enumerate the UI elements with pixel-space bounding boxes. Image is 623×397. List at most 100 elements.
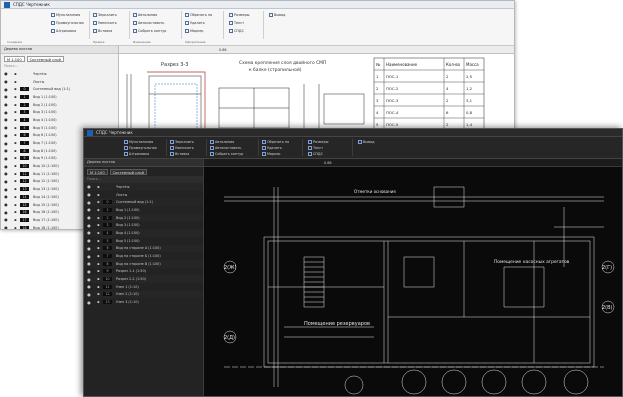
ribbon-button[interactable]: Собрать контур <box>133 29 166 33</box>
ribbon-button[interactable]: СПДС <box>229 29 244 33</box>
scale-dropdown[interactable]: М 1:100 <box>4 55 25 62</box>
ribbon-button[interactable]: Автосоставить <box>210 146 241 150</box>
tree-row[interactable]: ● ▪ 10 Разрез 2-2 (1:50) <box>84 275 203 283</box>
tree-row[interactable]: ● ▪ 1 Вид 1 (1:100) <box>84 206 203 214</box>
lock-icon[interactable]: ▪ <box>94 200 103 204</box>
tree-row[interactable]: ● ▪ 7 Вид на стороне Б (1:100) <box>84 252 203 260</box>
lock-icon[interactable]: ▪ <box>94 300 103 304</box>
lock-icon[interactable]: ▪ <box>11 80 20 84</box>
lock-icon[interactable]: ▪ <box>11 226 20 229</box>
visibility-icon[interactable]: ● <box>84 292 94 297</box>
lock-icon[interactable]: ▪ <box>11 126 20 130</box>
visibility-icon[interactable]: ● <box>84 184 94 189</box>
visibility-icon[interactable]: ● <box>84 246 94 251</box>
ribbon-button[interactable]: Автолиния <box>133 13 157 17</box>
tree-row[interactable]: ● ▪ 2 Вид 2 (1:100) <box>1 101 118 109</box>
tree-row[interactable]: ● ▪ 4 Вид 4 (1:100) <box>1 116 118 124</box>
tree-row[interactable]: ● ▪ 0 Системный вид (1:1) <box>1 85 118 93</box>
lock-icon[interactable]: ▪ <box>11 72 20 76</box>
lock-icon[interactable]: ▪ <box>94 254 103 258</box>
ribbon-button[interactable]: Размеры <box>229 13 249 17</box>
lock-icon[interactable]: ▪ <box>94 246 103 250</box>
lock-icon[interactable]: ▪ <box>11 133 20 137</box>
ribbon-button[interactable]: Штриховка <box>124 152 149 156</box>
visibility-icon[interactable]: ● <box>1 79 11 84</box>
tree-row[interactable]: ● ▪ 3 Вид 3 (1:100) <box>1 108 118 116</box>
tree-row[interactable]: ● ▪ 0 Системный вид (1:1) <box>84 198 203 207</box>
visibility-icon[interactable]: ● <box>1 179 11 184</box>
visibility-icon[interactable]: ● <box>84 284 94 289</box>
ribbon-button[interactable]: Мультилиния <box>124 140 153 144</box>
tree-row[interactable]: ● ▪ 9 Разрез 1-1 (1:50) <box>84 268 203 276</box>
visibility-icon[interactable]: ● <box>84 223 94 228</box>
ribbon-button[interactable]: Вывод <box>358 140 374 144</box>
tree-row[interactable]: ● ▪ 11 Узел 1 (1:10) <box>84 283 203 291</box>
ribbon-button[interactable]: Прямоугольник <box>51 21 84 25</box>
lock-icon[interactable]: ▪ <box>94 262 103 266</box>
ribbon-button[interactable]: Увеличить <box>170 146 194 150</box>
visibility-icon[interactable]: ● <box>1 102 11 107</box>
lock-icon[interactable]: ▪ <box>11 218 20 222</box>
visibility-icon[interactable]: ● <box>1 148 11 153</box>
visibility-icon[interactable]: ● <box>84 269 94 274</box>
ribbon-button[interactable]: Мультилиния <box>51 13 80 17</box>
visibility-icon[interactable]: ● <box>84 238 94 243</box>
visibility-icon[interactable]: ● <box>1 156 11 161</box>
ribbon-button[interactable]: Обрезать по <box>185 13 212 17</box>
visibility-icon[interactable]: ● <box>1 164 11 169</box>
visibility-icon[interactable]: ● <box>84 300 94 305</box>
ribbon-button[interactable]: Прямоугольник <box>124 146 157 150</box>
visibility-icon[interactable]: ● <box>84 277 94 282</box>
ribbon-button[interactable]: Автолиния <box>210 140 234 144</box>
drawing-canvas[interactable]: 0.66 2(Ж) 2(Д) 2(Г) 2(В) Помещение резер… <box>204 159 622 396</box>
visibility-icon[interactable]: ● <box>1 217 11 222</box>
tree-row[interactable]: ● ▪ 5 Вид 5 (1:100) <box>84 237 203 245</box>
visibility-icon[interactable]: ● <box>84 230 94 235</box>
visibility-icon[interactable]: ● <box>1 125 11 130</box>
lock-icon[interactable]: ▪ <box>11 187 20 191</box>
visibility-icon[interactable]: ● <box>1 94 11 99</box>
visibility-icon[interactable]: ● <box>84 207 94 212</box>
visibility-icon[interactable]: ● <box>1 141 11 146</box>
ribbon-button[interactable]: Штриховка <box>51 29 76 33</box>
ribbon-button[interactable]: Зеркалить <box>93 13 117 17</box>
ribbon-button[interactable]: Маркер <box>262 152 280 156</box>
visibility-icon[interactable]: ● <box>1 225 11 229</box>
lock-icon[interactable]: ▪ <box>11 118 20 122</box>
visibility-icon[interactable]: ● <box>84 200 94 205</box>
tree-row[interactable]: ● ▪ 8 Вид на стороне В (1:100) <box>84 259 203 268</box>
lock-icon[interactable]: ▪ <box>94 285 103 289</box>
ribbon-button[interactable]: Вывод <box>269 13 285 17</box>
visibility-icon[interactable]: ● <box>1 210 11 215</box>
visibility-icon[interactable]: ● <box>84 192 94 197</box>
visibility-icon[interactable]: ● <box>84 215 94 220</box>
visibility-icon[interactable]: ● <box>1 117 11 122</box>
lock-icon[interactable]: ▪ <box>11 141 20 145</box>
lock-icon[interactable]: ▪ <box>94 208 103 212</box>
ribbon-button[interactable]: Обрезать по <box>262 140 289 144</box>
lock-icon[interactable]: ▪ <box>11 195 20 199</box>
lock-icon[interactable]: ▪ <box>11 164 20 168</box>
tree-row[interactable]: ● ▪ 12 Узел 2 (1:10) <box>84 290 203 299</box>
lock-icon[interactable]: ▪ <box>94 269 103 273</box>
visibility-icon[interactable]: ● <box>1 194 11 199</box>
ribbon-button[interactable]: СПДС <box>308 152 323 156</box>
lock-icon[interactable]: ▪ <box>11 110 20 114</box>
tree-row[interactable]: ● ▪ 4 Вид 4 (1:100) <box>84 229 203 237</box>
lock-icon[interactable]: ▪ <box>94 292 103 296</box>
ribbon-button[interactable]: Вставка <box>93 29 112 33</box>
lock-icon[interactable]: ▪ <box>11 156 20 160</box>
layer-dropdown[interactable]: Системный слой <box>26 55 64 62</box>
tree-row[interactable]: ● ▪ Листы <box>84 191 203 199</box>
lock-icon[interactable]: ▪ <box>11 149 20 153</box>
ribbon-button[interactable]: Текст <box>308 146 323 150</box>
visibility-icon[interactable]: ● <box>1 171 11 176</box>
visibility-icon[interactable]: ● <box>1 110 11 115</box>
lock-icon[interactable]: ▪ <box>94 185 103 189</box>
tree-row[interactable]: ● ▪ 3 Вид 3 (1:100) <box>84 221 203 229</box>
filter-input[interactable]: Поиск... <box>84 176 203 183</box>
visibility-icon[interactable]: ● <box>84 254 94 259</box>
lock-icon[interactable]: ▪ <box>94 277 103 281</box>
visibility-icon[interactable]: ● <box>1 71 11 76</box>
lock-icon[interactable]: ▪ <box>11 172 20 176</box>
